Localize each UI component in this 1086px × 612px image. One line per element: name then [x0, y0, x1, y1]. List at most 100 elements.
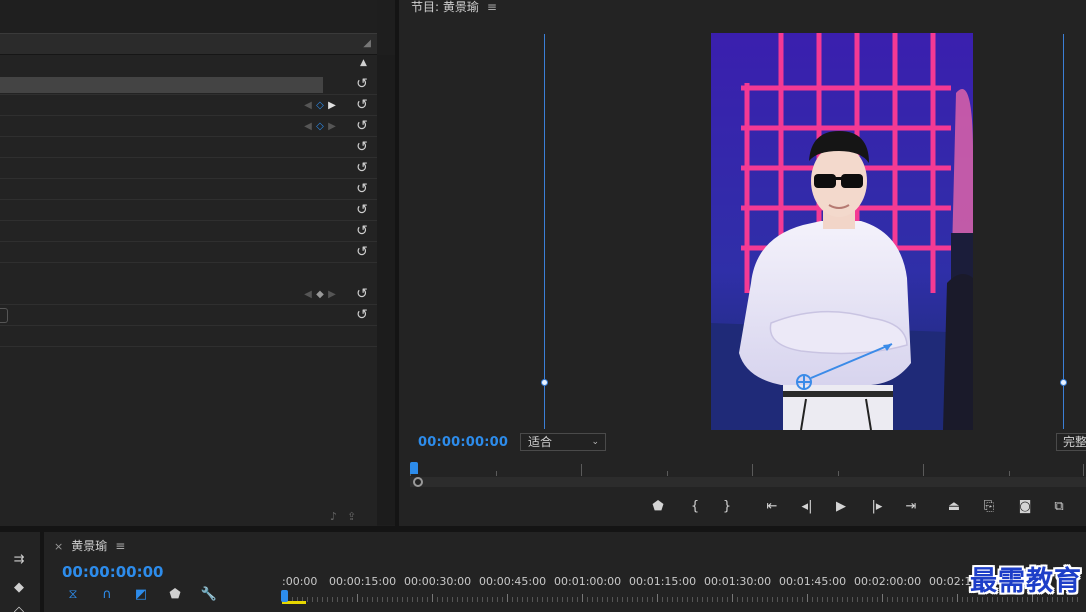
close-icon[interactable]: ×: [54, 540, 63, 553]
hamburger-icon[interactable]: ≡: [115, 539, 125, 553]
add-keyframe-icon[interactable]: ◇: [314, 99, 326, 113]
scroll-up-icon[interactable]: ▲: [360, 58, 367, 68]
snap-magnet-icon[interactable]: ∩: [98, 586, 116, 604]
next-keyframe-icon[interactable]: ▶: [326, 120, 338, 134]
monitor-zoom-scrollbar[interactable]: [410, 477, 1086, 487]
monitor-playhead[interactable]: [410, 462, 418, 474]
property-row-1[interactable]: ↺: [0, 74, 377, 95]
wrench-icon[interactable]: 🔧: [200, 586, 218, 604]
property-row-4[interactable]: ↺: [0, 137, 377, 158]
reset-icon[interactable]: ↺: [354, 223, 370, 239]
sequence-tab[interactable]: × 黄景瑜 ≡: [54, 537, 125, 554]
prev-keyframe-icon[interactable]: ◀: [302, 99, 314, 113]
clip-header-strip[interactable]: ◢: [0, 33, 377, 55]
program-monitor: 节目: 黄景瑜 ≡ 00:00:00:00 适合 ⌄ 完整 ⬟ {} ⇤ ◂|…: [399, 0, 1086, 526]
add-marker-icon[interactable]: ⬟: [648, 497, 668, 517]
ruler-tick: [477, 597, 478, 602]
zoom-scrollbar-handle[interactable]: [413, 477, 423, 487]
camera-icon[interactable]: ◙: [1015, 497, 1035, 517]
add-keyframe-icon[interactable]: ◆: [314, 288, 326, 302]
linked-selection-icon[interactable]: ◩: [132, 586, 150, 604]
razor-icon[interactable]: ◇: [8, 602, 30, 612]
video-frame[interactable]: [711, 33, 973, 430]
add-marker-icon[interactable]: ⬟: [166, 586, 184, 604]
zoom-fit-dropdown[interactable]: 适合 ⌄: [520, 433, 606, 451]
reset-icon[interactable]: ↺: [354, 286, 370, 302]
property-row-7[interactable]: ↺: [0, 200, 377, 221]
prev-keyframe-icon[interactable]: ◀: [302, 288, 314, 302]
property-row-position[interactable]: ◀ ◇ ▶ ↺: [0, 95, 377, 116]
track-select-icon[interactable]: ⇉: [8, 550, 30, 570]
extract-icon[interactable]: ⎘: [979, 497, 999, 517]
program-monitor-title[interactable]: 节目: 黄景瑜 ≡: [411, 0, 497, 15]
ruler-tick: [832, 597, 833, 602]
go-to-out-icon[interactable]: ⇥: [901, 497, 921, 517]
ruler-tick: [457, 597, 458, 602]
property-row-8[interactable]: ↺: [0, 221, 377, 242]
ruler-tick: [722, 597, 723, 602]
resize-grip-icon[interactable]: ◢: [363, 38, 371, 49]
timeline-playhead[interactable]: [281, 590, 288, 602]
property-row-opacity[interactable]: ◀ ◆ ▶ ↺: [0, 263, 377, 305]
hamburger-icon[interactable]: ≡: [487, 0, 497, 14]
mark-out-icon[interactable]: }: [717, 497, 737, 517]
step-forward-icon[interactable]: |▸: [867, 497, 887, 517]
add-keyframe-icon[interactable]: ◇: [314, 120, 326, 134]
ruler-label: :00:00: [282, 575, 318, 588]
guide-handle-right[interactable]: [1060, 379, 1067, 386]
reset-icon[interactable]: ↺: [354, 139, 370, 155]
ruler-tick: [717, 597, 718, 602]
ruler-tick: [842, 597, 843, 602]
mark-in-icon[interactable]: {: [685, 497, 705, 517]
ruler-tick: [402, 597, 403, 602]
reset-icon[interactable]: ↺: [354, 307, 370, 323]
ruler-tick: [527, 597, 528, 602]
reset-icon[interactable]: ↺: [354, 202, 370, 218]
property-row-9[interactable]: ↺: [0, 242, 377, 263]
lift-icon[interactable]: ⏏: [944, 497, 964, 517]
ruler-tick: [837, 597, 838, 602]
ripple-edit-icon[interactable]: ◆: [8, 578, 30, 598]
comparison-view-icon[interactable]: ⧉: [1049, 497, 1069, 517]
property-row-6[interactable]: ↺: [0, 179, 377, 200]
property-row-5[interactable]: ↺: [0, 158, 377, 179]
blend-mode-dropdown[interactable]: [0, 308, 8, 323]
next-keyframe-icon[interactable]: ▶: [326, 288, 338, 302]
property-row-blend-mode[interactable]: ↺: [0, 305, 377, 326]
ruler-tick: [627, 597, 628, 602]
ruler-tick: [422, 597, 423, 602]
audio-only-icon[interactable]: ♪: [330, 510, 337, 523]
playback-resolution-dropdown[interactable]: 完整: [1056, 433, 1086, 451]
program-timecode[interactable]: 00:00:00:00: [418, 435, 508, 450]
ruler-tick: [677, 597, 678, 602]
reset-icon[interactable]: ↺: [354, 76, 370, 92]
ruler-tick: [377, 597, 378, 602]
reset-icon[interactable]: ↺: [354, 118, 370, 134]
next-keyframe-icon[interactable]: ▶: [326, 99, 338, 113]
effect-controls-scrollbar[interactable]: [377, 55, 395, 525]
reset-icon[interactable]: ↺: [354, 244, 370, 260]
ruler-tick: [767, 597, 768, 602]
prev-keyframe-icon[interactable]: ◀: [302, 120, 314, 134]
ruler-tick: [932, 597, 933, 602]
monitor-time-ruler[interactable]: [410, 460, 1086, 476]
ruler-tick: [462, 597, 463, 602]
property-row-scale[interactable]: ◀ ◇ ▶ ↺: [0, 116, 377, 137]
keyframe-navigator: ◀ ◇ ▶: [302, 120, 346, 134]
timeline-timecode[interactable]: 00:00:00:00: [62, 563, 164, 581]
ruler-tick: [867, 597, 868, 602]
reset-icon[interactable]: ↺: [354, 160, 370, 176]
nest-icon[interactable]: ⧖: [64, 586, 82, 604]
go-to-in-icon[interactable]: ⇤: [762, 497, 782, 517]
ruler-tick: [707, 597, 708, 602]
play-icon[interactable]: ▶: [831, 497, 851, 517]
step-back-icon[interactable]: ◂|: [797, 497, 817, 517]
timeline-ruler[interactable]: :00:00 00:00:15:00 00:00:30:00 00:00:45:00 0…: [282, 572, 1086, 612]
export-icon[interactable]: ⇪: [347, 510, 356, 523]
ruler-tick: [827, 597, 828, 602]
reset-icon[interactable]: ↺: [354, 97, 370, 113]
guide-handle-left[interactable]: [541, 379, 548, 386]
reset-icon[interactable]: ↺: [354, 181, 370, 197]
ruler-tick: [762, 597, 763, 602]
ruler-tick: [407, 597, 408, 602]
